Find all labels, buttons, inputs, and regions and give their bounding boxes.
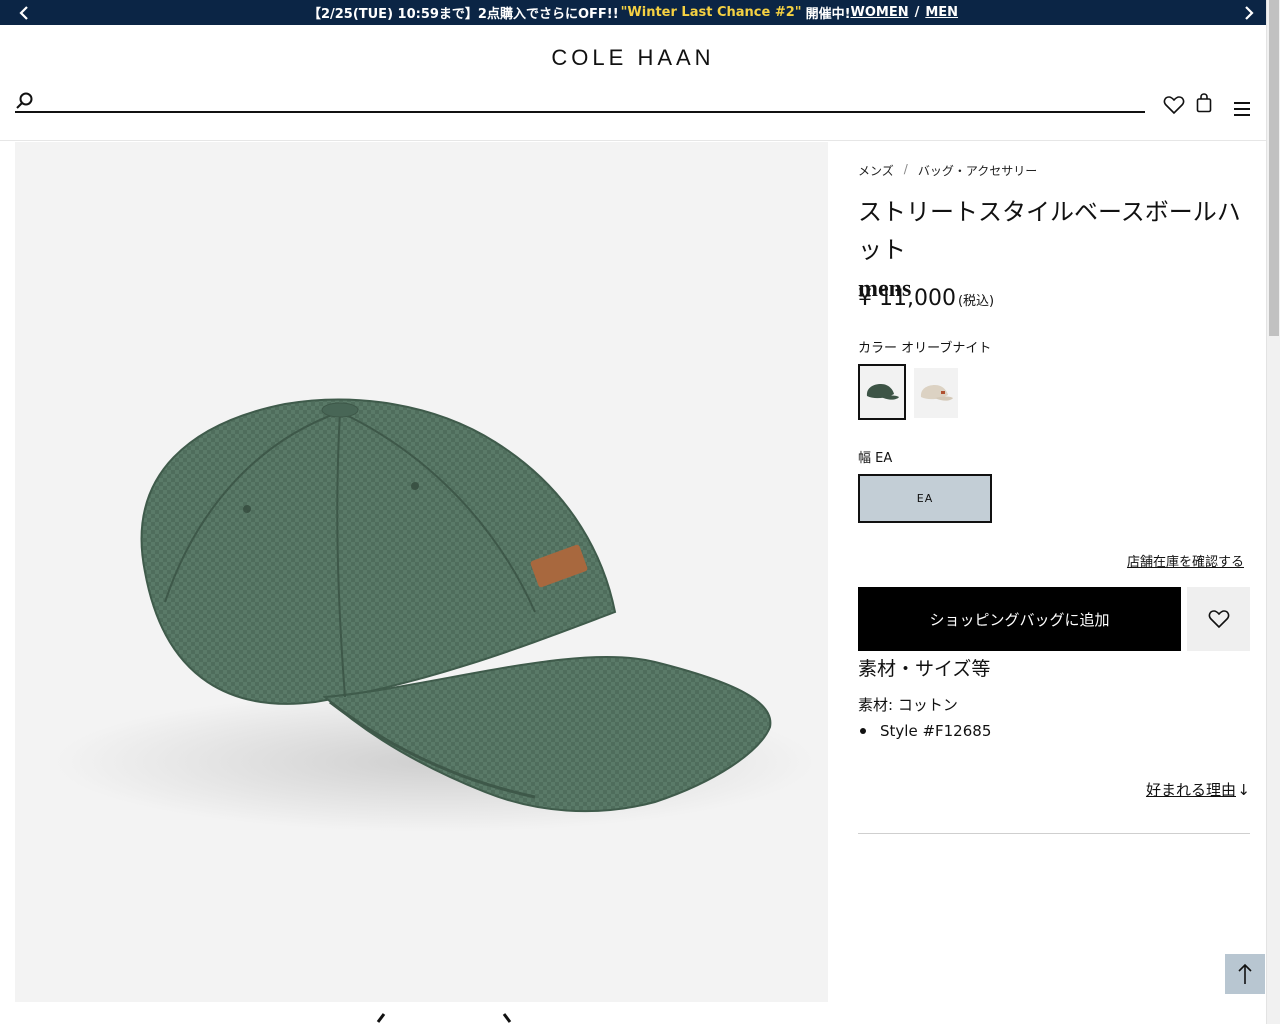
promo-link-women[interactable]: WOMEN	[851, 5, 909, 20]
breadcrumb-item-mens[interactable]: メンズ	[858, 162, 894, 179]
search-icon[interactable]	[15, 91, 35, 111]
cap-thumbnail-beige	[920, 385, 953, 401]
material-text: 素材: コットン	[858, 696, 958, 714]
add-to-bag-button[interactable]: ショッピングバッグに追加	[858, 587, 1181, 651]
color-label: カラー オリーブナイト	[858, 337, 991, 356]
shopping-bag-button[interactable]	[1192, 91, 1216, 115]
promo-text: 【2/25(TUE) 10:59まで】2点購入でさらにOFF!!	[307, 7, 619, 22]
site-logo[interactable]: COLE HAAN	[0, 45, 1266, 71]
cap-thumbnail-olive	[866, 384, 899, 400]
size-option-ea[interactable]: EA	[858, 474, 992, 523]
baseball-cap-image	[55, 398, 815, 832]
scrollbar-thumb[interactable]	[1269, 0, 1279, 336]
breadcrumb-item-bags-accessories[interactable]: バッグ・アクセサリー	[918, 162, 1037, 179]
page-scrollbar[interactable]	[1266, 0, 1280, 1024]
add-to-wishlist-button[interactable]	[1187, 587, 1250, 651]
product-title-text: ストリートスタイルベースボールハット	[858, 200, 1241, 264]
promo-next-button[interactable]	[1237, 0, 1261, 25]
gallery-next-icon[interactable]	[498, 1012, 518, 1024]
tax-note: (税込)	[957, 294, 995, 309]
style-number-item: Style #F12685	[858, 722, 991, 740]
color-swatch-olive[interactable]	[858, 364, 906, 420]
chevron-right-icon	[1245, 5, 1254, 20]
promo-link-men[interactable]: MEN	[925, 5, 958, 20]
color-swatch-beige[interactable]	[914, 368, 958, 418]
arrow-up-icon	[1238, 963, 1252, 984]
product-image[interactable]	[15, 142, 828, 1002]
shopping-bag-icon	[1196, 93, 1212, 113]
heart-icon	[1163, 96, 1185, 115]
back-to-top-button[interactable]	[1225, 954, 1265, 994]
store-stock-link[interactable]: 店舗在庫を確認する	[1127, 551, 1244, 570]
promo-highlight: "Winter Last Chance #2"	[620, 5, 802, 20]
promo-prev-button[interactable]	[12, 0, 36, 25]
bullet-icon	[860, 728, 866, 734]
breadcrumb-separator: /	[903, 162, 908, 176]
promo-text-after: 開催中!	[805, 7, 851, 22]
color-label-text: カラー	[858, 341, 898, 356]
price-value: ¥ 11,000	[858, 286, 956, 311]
promo-separator: /	[914, 5, 920, 20]
section-divider	[858, 833, 1250, 834]
product-price: ¥ 11,000 (税込)	[858, 286, 994, 311]
gallery-prev-icon[interactable]	[370, 1012, 390, 1024]
promo-bar: 【2/25(TUE) 10:59まで】2点購入でさらにOFF!! "Winter…	[0, 0, 1266, 25]
spec-heading: 素材・サイズ等	[858, 658, 991, 680]
width-label-text: 幅	[858, 451, 872, 466]
width-label: 幅 EA	[858, 447, 892, 466]
wishlist-button[interactable]	[1162, 93, 1186, 117]
color-value: オリーブナイト	[901, 341, 992, 356]
width-value: EA	[875, 451, 893, 466]
heart-icon	[1208, 610, 1229, 629]
hamburger-menu-icon	[1234, 102, 1250, 116]
style-number: Style #F12685	[880, 722, 992, 740]
site-header: COLE HAAN	[0, 25, 1266, 141]
menu-button[interactable]	[1230, 97, 1254, 121]
search-bar	[15, 89, 1145, 113]
reason-link[interactable]: 好まれる理由	[1146, 779, 1236, 800]
arrow-down-icon: ↓	[1237, 781, 1250, 799]
search-input[interactable]	[41, 89, 1141, 111]
breadcrumb: メンズ / バッグ・アクセサリー	[858, 162, 1037, 179]
chevron-left-icon	[19, 5, 28, 20]
